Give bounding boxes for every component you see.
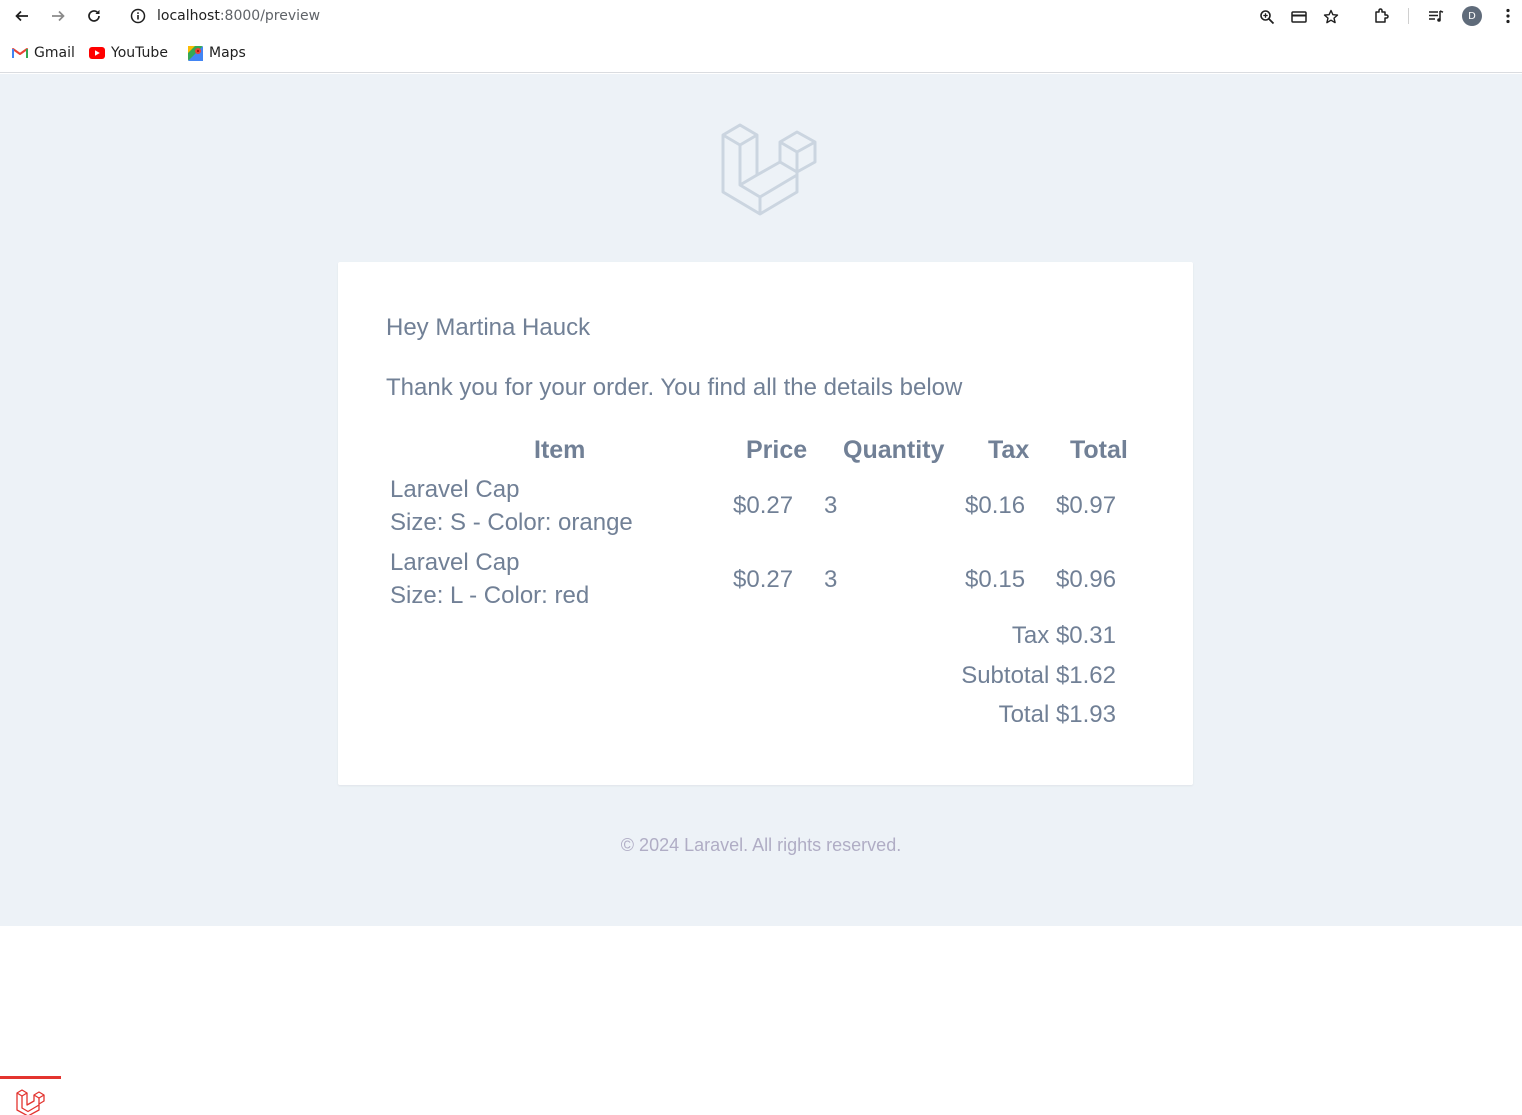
reload-icon — [88, 10, 100, 22]
item-tax: $0.15 — [965, 566, 1026, 593]
intro-text: Thank you for your order. You find all t… — [386, 374, 963, 401]
back-icon — [15, 10, 28, 22]
gmail-icon — [12, 48, 28, 58]
url-path: :8000/preview — [219, 8, 321, 24]
header-total: Total — [1070, 436, 1128, 464]
laravel-logo-icon — [721, 123, 817, 216]
zoom-icon — [1260, 10, 1275, 25]
url-text[interactable]: localhost:8000/preview — [157, 8, 320, 24]
back-button[interactable] — [10, 4, 34, 28]
summary-total: Total $1.93 — [998, 701, 1116, 728]
site-info-icon[interactable] — [130, 8, 146, 24]
bookmark-youtube-label: YouTube — [111, 45, 168, 61]
item-variant: Size: S - Color: orange — [390, 509, 633, 536]
forward-icon — [52, 10, 65, 22]
email-preview-page: Hey Martina Hauck Thank you for your ord… — [0, 74, 1522, 926]
bookmark-youtube[interactable]: YouTube — [89, 42, 168, 64]
youtube-icon — [89, 47, 105, 59]
item-price: $0.27 — [733, 492, 794, 519]
bookmark-maps-label: Maps — [209, 45, 246, 61]
profile-avatar[interactable]: D — [1462, 6, 1482, 26]
footer-copyright: © 2024 Laravel. All rights reserved. — [620, 835, 902, 855]
bookmark-maps[interactable]: Maps — [188, 42, 246, 64]
payment-card-button[interactable] — [1288, 6, 1310, 28]
header-tax: Tax — [988, 436, 1030, 464]
media-control-button[interactable] — [1425, 5, 1447, 27]
bookmark-gmail[interactable]: Gmail — [12, 42, 75, 64]
bookmark-star-button[interactable] — [1320, 6, 1342, 28]
item-total: $0.97 — [1056, 492, 1117, 519]
maps-icon — [188, 45, 203, 61]
menu-icon — [1506, 8, 1510, 24]
item-quantity: 3 — [824, 566, 838, 593]
extensions-icon — [1375, 8, 1389, 23]
forward-button[interactable] — [46, 4, 70, 28]
browser-menu-button[interactable] — [1497, 5, 1519, 27]
reload-button[interactable] — [82, 4, 106, 28]
header-item: Item — [534, 436, 586, 464]
browser-toolbar: localhost:8000/preview D — [0, 0, 1522, 33]
extensions-button[interactable] — [1371, 5, 1393, 27]
item-variant: Size: L - Color: red — [390, 582, 590, 609]
item-name: Laravel Cap — [390, 549, 520, 576]
toolbar-separator — [1408, 8, 1409, 24]
item-total: $0.96 — [1056, 566, 1117, 593]
header-quantity: Quantity — [843, 436, 945, 464]
summary-tax: Tax $0.31 — [1011, 622, 1116, 649]
media-icon — [1429, 10, 1444, 22]
summary-subtotal: Subtotal $1.62 — [961, 662, 1116, 689]
bookmark-gmail-label: Gmail — [34, 45, 75, 61]
card-icon — [1291, 11, 1307, 23]
star-icon — [1323, 9, 1339, 24]
zoom-button[interactable] — [1256, 6, 1278, 28]
address-bar[interactable]: localhost:8000/preview — [120, 1, 1356, 31]
laravel-debug-icon — [16, 1089, 45, 1115]
email-card: Hey Martina Hauck Thank you for your ord… — [338, 262, 1193, 785]
debugbar-toggle[interactable] — [0, 1076, 61, 1115]
item-price: $0.27 — [733, 566, 794, 593]
item-quantity: 3 — [824, 492, 838, 519]
header-price: Price — [746, 436, 808, 464]
bookmarks-bar: Gmail YouTube Maps — [0, 33, 1522, 73]
item-name: Laravel Cap — [390, 476, 520, 503]
greeting-text: Hey Martina Hauck — [386, 314, 591, 341]
url-host: localhost — [157, 8, 220, 24]
item-tax: $0.16 — [965, 492, 1026, 519]
